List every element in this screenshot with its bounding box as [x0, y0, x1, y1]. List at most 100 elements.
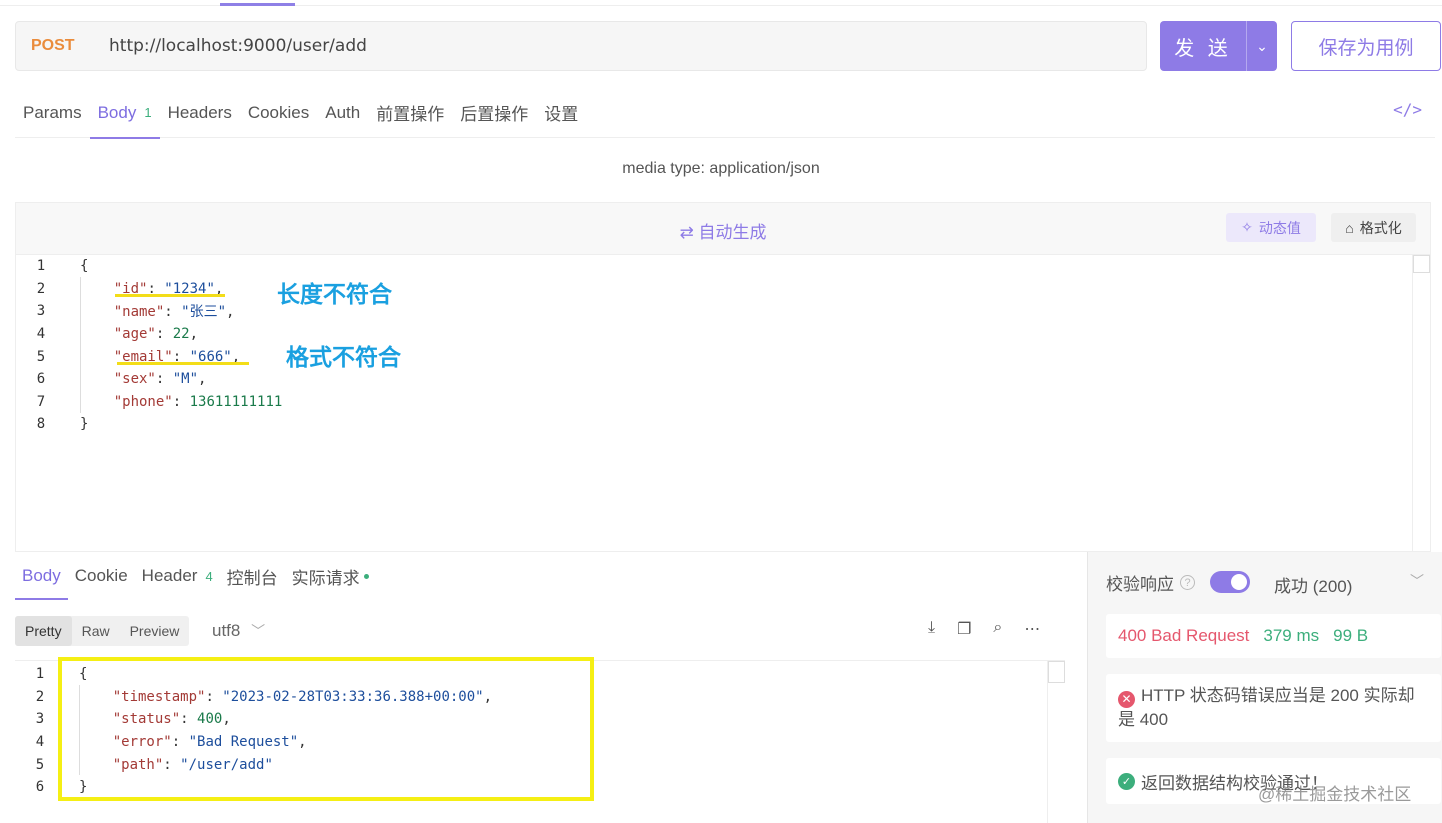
- scrollbar-thumb[interactable]: [1048, 661, 1065, 683]
- tab-auth[interactable]: Auth: [317, 88, 368, 138]
- line-number: 6: [36, 371, 46, 388]
- error-icon: ✕: [1118, 690, 1135, 708]
- validation-error-card: ✕ HTTP 状态码错误应当是 200 实际却是 400: [1106, 674, 1441, 742]
- indent-guide: [80, 277, 81, 413]
- tab-label: 控制台: [226, 568, 278, 588]
- tab-params[interactable]: Params: [15, 88, 90, 138]
- more-icon[interactable]: ⋯: [1024, 619, 1040, 639]
- tab-label: Body: [22, 566, 61, 585]
- json-key: "name": [113, 304, 165, 321]
- request-tabs: Params Body 1 Headers Cookies Auth 前置操作 后…: [15, 88, 1435, 139]
- code-line: 1{: [16, 255, 1430, 278]
- url-input[interactable]: http://localhost:9000/user/add: [94, 36, 367, 56]
- response-size: 99 B: [1333, 626, 1369, 645]
- copy-icon[interactable]: ❐: [957, 619, 971, 639]
- json-value: "M": [172, 371, 199, 388]
- tab-label: Params: [23, 102, 82, 122]
- search-icon[interactable]: ⌕: [993, 619, 1002, 639]
- code-line: 8}: [16, 413, 1430, 436]
- save-as-case-button[interactable]: 保存为用例: [1291, 21, 1441, 71]
- tab-label: 实际请求: [291, 568, 360, 588]
- annotation-length-invalid: 长度不符合: [277, 282, 392, 308]
- tab-headers[interactable]: Headers: [160, 88, 240, 138]
- json-punct: ,: [189, 326, 199, 343]
- tab-pre-operations[interactable]: 前置操作: [368, 88, 452, 138]
- view-preview[interactable]: Preview: [120, 616, 190, 646]
- response-summary-card: 400 Bad Request 379 ms 99 B: [1106, 614, 1441, 658]
- auto-generate-button[interactable]: ⇄ 自动生成: [16, 218, 1430, 243]
- json-key: "sex": [113, 371, 156, 388]
- body-editor[interactable]: ⇄ 自动生成 ✧ 动态值 ⌂ 格式化 1{ 2 "id": "1234", 3 …: [15, 202, 1431, 552]
- response-time: 379 ms: [1263, 626, 1320, 645]
- toggle-knob: [1231, 574, 1247, 590]
- resp-tab-console[interactable]: 控制台: [220, 552, 285, 600]
- tab-label: Header: [141, 566, 198, 585]
- send-button[interactable]: 发 送 ⌄: [1160, 21, 1277, 71]
- dynamic-value-button[interactable]: ✧ 动态值: [1226, 213, 1316, 242]
- line-number: 5: [36, 348, 46, 365]
- tab-label: Cookie: [74, 566, 128, 585]
- active-tab-indicator: [220, 3, 295, 6]
- tab-label: Cookies: [247, 102, 310, 122]
- line-number: 2: [36, 280, 46, 297]
- scrollbar-thumb[interactable]: [1413, 255, 1430, 273]
- chevron-down-icon[interactable]: ⌄: [1247, 38, 1277, 55]
- line-number: 8: [36, 416, 46, 433]
- code-line: 2 "id": "1234",: [16, 278, 1430, 301]
- editor-scrollbar[interactable]: [1412, 255, 1430, 551]
- highlight-box-response: [58, 657, 594, 801]
- send-button-label: 发 送: [1174, 37, 1232, 60]
- tab-count-badge: 4: [205, 568, 213, 584]
- code-line: 4 "age": 22,: [16, 323, 1430, 346]
- url-bar[interactable]: POST http://localhost:9000/user/add: [15, 21, 1147, 71]
- chevron-down-icon[interactable]: ﹀: [1410, 571, 1424, 591]
- validation-status-select[interactable]: 成功 (200): [1274, 572, 1352, 597]
- json-value: 13611111111: [189, 393, 283, 410]
- tab-label: Body: [97, 102, 137, 122]
- request-code[interactable]: 1{ 2 "id": "1234", 3 "name": "张三", 4 "ag…: [16, 255, 1430, 436]
- tab-body[interactable]: Body 1: [89, 88, 160, 139]
- json-value: 22: [172, 326, 190, 343]
- help-icon[interactable]: ?: [1180, 575, 1195, 590]
- tab-label: Auth: [325, 102, 361, 122]
- response-tabs: Body Cookie Header 4 控制台 实际请求: [15, 552, 376, 600]
- validation-header: 校验响应 ?: [1106, 570, 1195, 595]
- resp-tab-body[interactable]: Body: [15, 552, 68, 600]
- json-key: "age": [113, 326, 156, 343]
- encoding-value: utf8: [212, 621, 241, 640]
- dynamic-value-label: 动态值: [1258, 219, 1301, 236]
- tab-label: Headers: [167, 102, 232, 122]
- view-pretty[interactable]: Pretty: [15, 616, 72, 646]
- highlight-underline-id: [115, 294, 225, 297]
- resp-tab-header[interactable]: Header 4: [135, 552, 220, 600]
- view-raw[interactable]: Raw: [72, 616, 120, 646]
- annotation-format-invalid: 格式不符合: [286, 345, 401, 371]
- media-type-label: media type: application/json: [622, 160, 820, 177]
- encoding-select[interactable]: utf8 ﹀: [212, 621, 265, 641]
- tab-label: 前置操作: [376, 105, 445, 124]
- json-key: "phone": [113, 393, 173, 410]
- resp-tab-actual-request[interactable]: 实际请求: [285, 552, 376, 600]
- resp-tab-cookie[interactable]: Cookie: [68, 552, 135, 600]
- code-text: }: [80, 416, 89, 433]
- format-button[interactable]: ⌂ 格式化: [1331, 213, 1416, 242]
- response-toolbar: ⤓ ❐ ⌕ ⋯: [928, 619, 1040, 639]
- tab-post-operations[interactable]: 后置操作: [452, 88, 536, 138]
- http-method-selector[interactable]: POST: [16, 37, 94, 55]
- tab-settings[interactable]: 设置: [536, 88, 586, 138]
- tab-count-badge: 1: [144, 105, 152, 120]
- tab-cookies[interactable]: Cookies: [240, 88, 317, 138]
- download-icon[interactable]: ⤓: [928, 619, 935, 639]
- code-icon[interactable]: </>: [1393, 100, 1422, 119]
- code-line: 6 "sex": "M",: [16, 368, 1430, 391]
- watermark: @稀土掘金技术社区: [1258, 785, 1412, 804]
- view-mode-switch: Pretty Raw Preview: [15, 616, 190, 646]
- json-value: "张三": [181, 304, 227, 321]
- response-scrollbar[interactable]: [1047, 661, 1065, 823]
- highlight-underline-email: [117, 362, 249, 365]
- format-label: 格式化: [1359, 219, 1402, 236]
- validation-toggle[interactable]: [1210, 571, 1250, 593]
- tab-label: 设置: [544, 105, 579, 124]
- code-text: {: [80, 258, 89, 275]
- top-tab-strip: [0, 0, 1442, 6]
